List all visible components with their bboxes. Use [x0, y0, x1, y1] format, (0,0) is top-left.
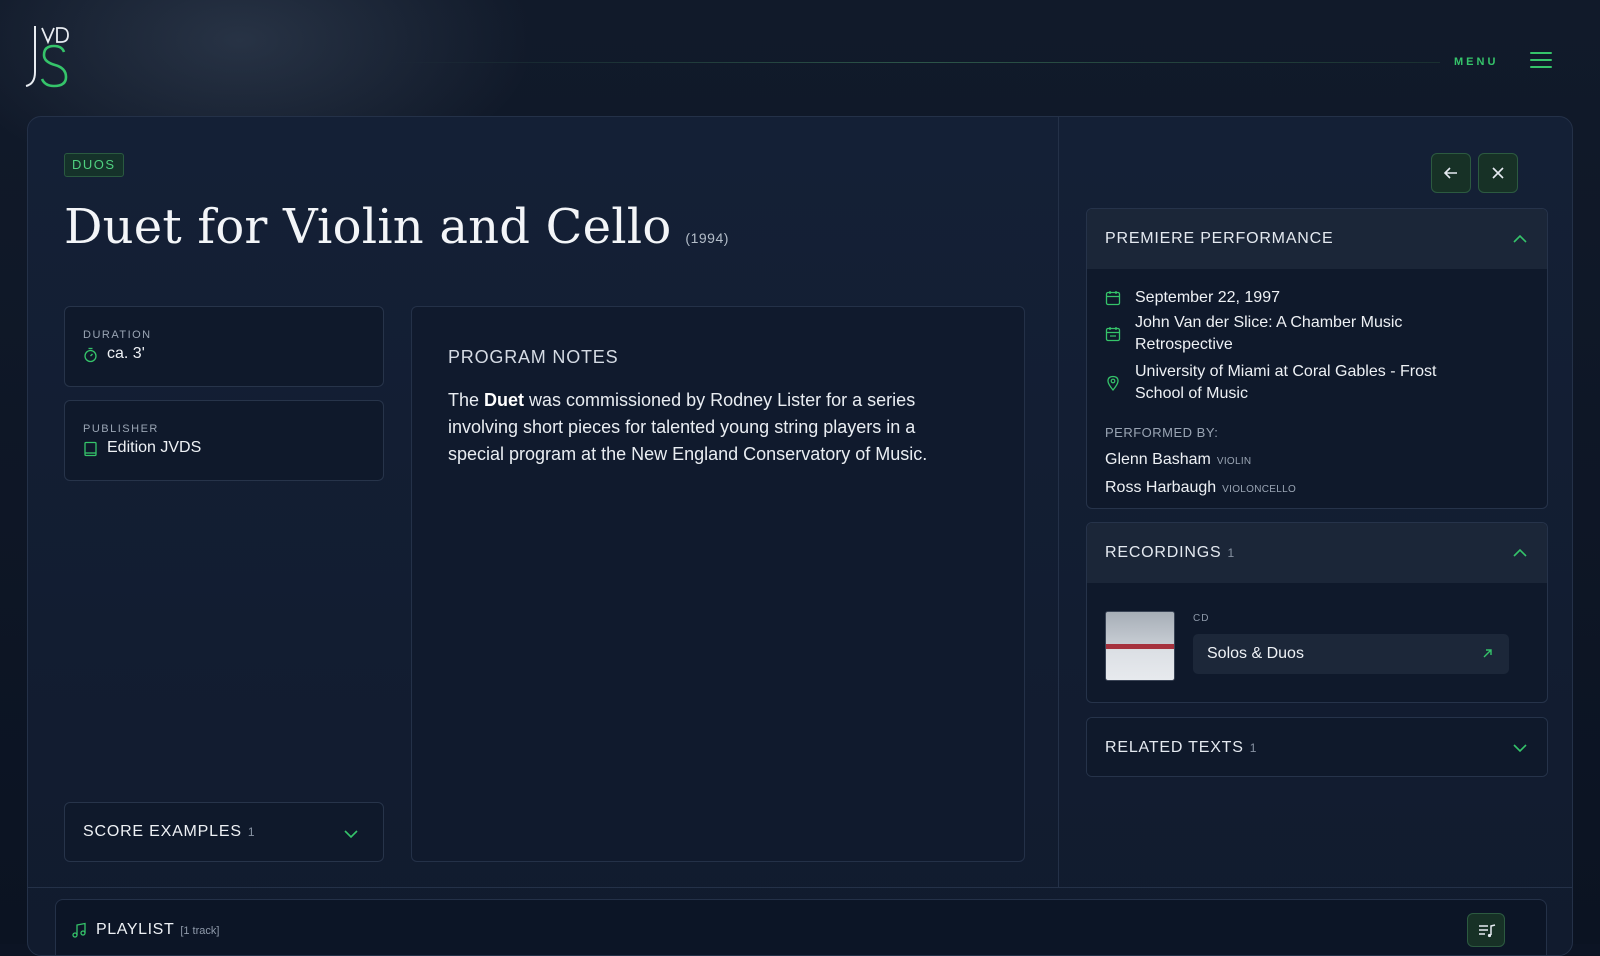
score-examples-accordion[interactable]: SCORE EXAMPLES 1 — [64, 802, 384, 862]
book-icon — [84, 441, 97, 457]
album-cover-image[interactable] — [1105, 611, 1175, 681]
score-examples-label: SCORE EXAMPLES 1 — [83, 823, 255, 840]
recording-title: Solos & Duos — [1207, 645, 1304, 662]
chevron-down-icon — [1513, 744, 1527, 753]
performer-instrument: VIOLIN — [1216, 456, 1252, 467]
performer-name: Ross Harbaugh — [1105, 479, 1217, 496]
recordings-count: 1 — [1227, 546, 1235, 560]
premiere-performance-accordion: PREMIERE PERFORMANCE September 22, 1997 … — [1086, 208, 1548, 509]
related-texts-heading: RELATED TEXTS 1 — [1105, 739, 1257, 756]
header-divider-line — [395, 62, 1440, 63]
score-examples-count: 1 — [247, 825, 255, 839]
duration-card: DURATION ca. 3' — [64, 306, 384, 387]
premiere-performance-heading: PREMIERE PERFORMANCE — [1105, 230, 1334, 247]
publisher-label: PUBLISHER — [83, 423, 159, 435]
close-icon — [1492, 167, 1504, 179]
performed-by-label: PERFORMED BY: — [1105, 425, 1219, 440]
location-pin-icon — [1107, 375, 1119, 391]
close-button[interactable] — [1478, 153, 1518, 193]
related-texts-header[interactable]: RELATED TEXTS 1 — [1087, 718, 1547, 776]
menu-label[interactable]: MENU — [1454, 56, 1498, 68]
playlist-label: PLAYLIST [1 track] — [96, 921, 220, 938]
program-notes-text: The Duet was commissioned by Rodney List… — [448, 390, 928, 464]
publisher-card: PUBLISHER Edition JVDS — [64, 400, 384, 481]
chevron-down-icon — [344, 830, 358, 839]
external-arrow-icon — [1483, 649, 1492, 658]
calendar-event-icon — [1105, 327, 1121, 342]
premiere-event: John Van der Slice: A Chamber Music Retr… — [1135, 314, 1403, 353]
playlist-toggle-button[interactable] — [1467, 913, 1505, 947]
performer-name: Glenn Basham — [1105, 451, 1211, 468]
music-note-icon — [72, 922, 86, 938]
program-notes-card: PROGRAM NOTES The Duet was commissioned … — [411, 306, 1025, 862]
recordings-heading: RECORDINGS 1 — [1105, 544, 1235, 561]
premiere-performance-header[interactable]: PREMIERE PERFORMANCE — [1087, 209, 1547, 269]
recordings-accordion: RECORDINGS 1 CD Solos & Duos — [1086, 522, 1548, 703]
premiere-venue: University of Miami at Coral Gables - Fr… — [1135, 363, 1437, 402]
premiere-date: September 22, 1997 — [1135, 289, 1280, 306]
playlist-track-count: [1 track] — [180, 925, 220, 937]
recordings-header[interactable]: RECORDINGS 1 — [1087, 523, 1547, 583]
playlist-icon — [1479, 924, 1496, 938]
recording-format: CD — [1193, 613, 1210, 624]
related-texts-accordion[interactable]: RELATED TEXTS 1 — [1086, 717, 1548, 777]
work-detail-panel: DUOS Duet for Violin and Cello (1994) DUR… — [27, 116, 1573, 956]
chevron-up-icon — [1513, 548, 1527, 557]
category-tag[interactable]: DUOS — [64, 153, 124, 177]
performer-row: Ross Harbaugh VIOLONCELLO — [1105, 479, 1296, 497]
column-divider — [1058, 117, 1059, 887]
work-title: Duet for Violin and Cello — [64, 199, 672, 255]
duration-value: ca. 3' — [107, 345, 145, 362]
top-bar: MENU — [0, 0, 1600, 115]
work-year: (1994) — [685, 230, 729, 246]
performer-instrument: VIOLONCELLO — [1222, 484, 1297, 495]
stopwatch-icon — [84, 347, 97, 363]
hamburger-menu-icon[interactable] — [1530, 52, 1552, 70]
duration-label: DURATION — [83, 329, 152, 341]
recording-link-button[interactable]: Solos & Duos — [1193, 634, 1509, 674]
publisher-value: Edition JVDS — [107, 439, 202, 456]
footer-divider — [28, 887, 1572, 888]
jvds-logo-icon[interactable] — [24, 24, 72, 90]
chevron-up-icon — [1513, 234, 1527, 243]
back-button[interactable] — [1431, 153, 1471, 193]
page-title: Duet for Violin and Cello (1994) — [64, 199, 729, 255]
playlist-bar[interactable]: PLAYLIST [1 track] — [55, 899, 1547, 955]
program-notes-heading: PROGRAM NOTES — [448, 347, 619, 367]
performer-row: Glenn Basham VIOLIN — [1105, 451, 1251, 469]
arrow-left-icon — [1443, 167, 1457, 179]
calendar-icon — [1105, 291, 1121, 306]
related-texts-count: 1 — [1249, 741, 1257, 755]
